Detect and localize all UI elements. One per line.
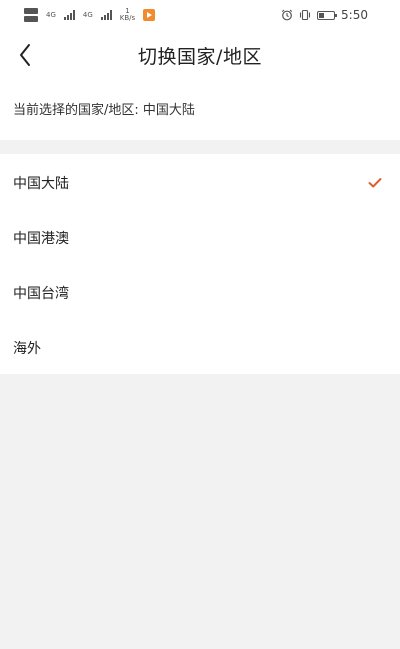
section-divider xyxy=(0,140,400,154)
app-notification-icon xyxy=(143,9,156,21)
nav-bar: 切换国家/地区 xyxy=(0,30,400,80)
signal-1-icon xyxy=(63,10,75,20)
alarm-icon xyxy=(281,9,293,21)
clock-time: 5:50 xyxy=(341,8,368,22)
status-left: 4G 4G 1 KB/s xyxy=(24,6,156,24)
vibrate-icon xyxy=(299,9,311,21)
current-selection-text: 当前选择的国家/地区: 中国大陆 xyxy=(13,103,195,118)
current-selection: 当前选择的国家/地区: 中国大陆 xyxy=(0,80,400,140)
empty-area xyxy=(0,374,400,649)
status-right: 5:50 xyxy=(281,6,368,24)
sim-1-icon xyxy=(24,8,38,14)
network-speed: 1 KB/s xyxy=(120,8,135,22)
network-type-2: 4G xyxy=(82,10,93,19)
region-label: 中国港澳 xyxy=(13,231,69,247)
network-speed-unit: KB/s xyxy=(119,14,136,22)
network-type-1: 4G xyxy=(46,10,56,19)
sim-2-icon xyxy=(24,16,38,22)
region-list: 中国大陆 中国港澳 中国台湾 海外 xyxy=(0,154,400,374)
page-title: 切换国家/地区 xyxy=(138,46,262,68)
region-item-taiwan[interactable]: 中国台湾 xyxy=(0,264,400,319)
region-label: 中国台湾 xyxy=(13,286,69,302)
region-item-overseas[interactable]: 海外 xyxy=(0,319,400,374)
region-item-mainland[interactable]: 中国大陆 xyxy=(0,154,400,209)
battery-icon xyxy=(317,10,338,20)
region-item-hk-macao[interactable]: 中国港澳 xyxy=(0,209,400,264)
signal-2-icon xyxy=(100,10,112,20)
region-label: 中国大陆 xyxy=(13,176,69,192)
region-label: 海外 xyxy=(13,341,41,357)
sim-icons xyxy=(24,8,38,22)
status-bar: 4G 4G 1 KB/s 5:50 xyxy=(0,0,400,30)
battery-level xyxy=(319,12,325,18)
checkmark-icon xyxy=(368,174,382,193)
